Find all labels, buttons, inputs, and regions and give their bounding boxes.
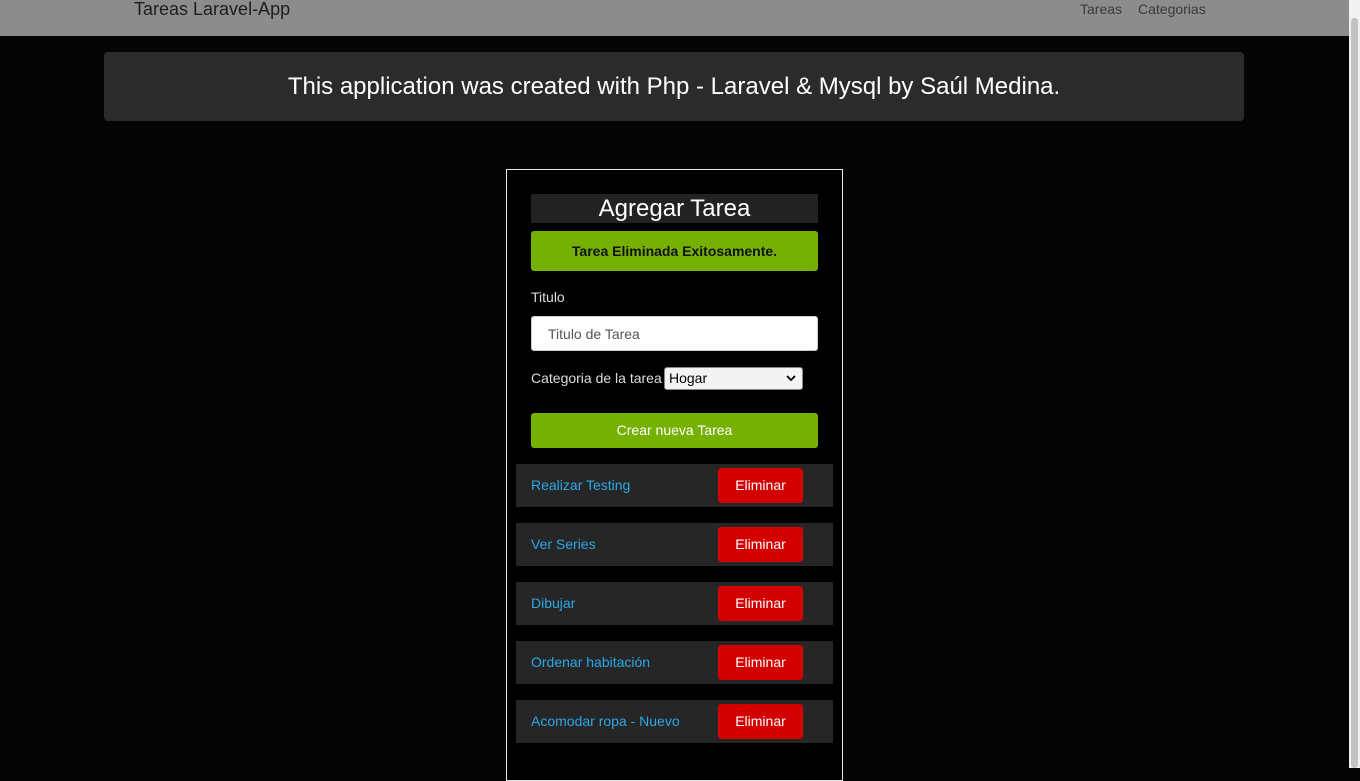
chevron-down-icon (786, 368, 796, 397)
task-link[interactable]: Ordenar habitación (531, 654, 650, 670)
delete-task-button[interactable]: Eliminar (718, 704, 803, 739)
info-banner: This application was created with Php - … (104, 52, 1244, 121)
categoria-label: Categoria de la tarea (531, 370, 662, 386)
task-link[interactable]: Realizar Testing (531, 477, 630, 493)
task-row: Dibujar Eliminar (516, 582, 833, 625)
task-row: Acomodar ropa - Nuevo Eliminar (516, 700, 833, 743)
banner-text: This application was created with Php - … (287, 72, 1061, 100)
categoria-selected-value: Hogar (669, 370, 708, 386)
task-card: Agregar Tarea Tarea Eliminada Exitosamen… (506, 169, 843, 781)
delete-task-button[interactable]: Eliminar (718, 527, 803, 562)
task-link[interactable]: Dibujar (531, 595, 575, 611)
task-row: Ordenar habitación Eliminar (516, 641, 833, 684)
page-scrollbar[interactable] (1349, 0, 1360, 768)
brand-link[interactable]: Tareas Laravel-App (134, 0, 290, 20)
delete-task-button[interactable]: Eliminar (718, 645, 803, 680)
task-link[interactable]: Acomodar ropa - Nuevo (531, 713, 680, 729)
create-task-button[interactable]: Crear nueva Tarea (531, 413, 818, 448)
delete-task-button[interactable]: Eliminar (718, 468, 803, 503)
navbar: Tareas Laravel-App Tareas Categorias (0, 0, 1349, 36)
task-row: Ver Series Eliminar (516, 523, 833, 566)
titulo-input[interactable] (531, 316, 818, 351)
categoria-select[interactable]: Hogar (664, 367, 803, 390)
nav-link-tareas[interactable]: Tareas (1080, 1, 1122, 17)
delete-task-button[interactable]: Eliminar (718, 586, 803, 621)
task-row: Realizar Testing Eliminar (516, 464, 833, 507)
nav-link-categorias[interactable]: Categorias (1138, 1, 1206, 17)
titulo-label: Titulo (531, 289, 565, 305)
task-link[interactable]: Ver Series (531, 536, 596, 552)
scrollbar-thumb[interactable] (1351, 18, 1358, 768)
success-alert: Tarea Eliminada Exitosamente. (531, 231, 818, 271)
form-title: Agregar Tarea (531, 194, 818, 223)
